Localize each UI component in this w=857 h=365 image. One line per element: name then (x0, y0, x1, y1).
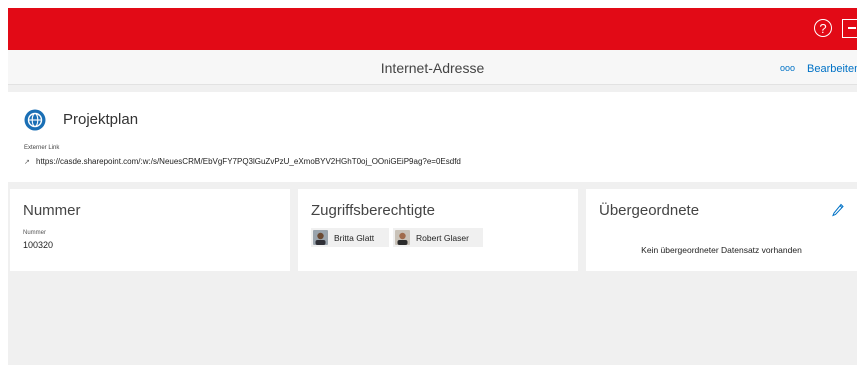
title-bar: Internet-Adresse ooo Bearbeiten (8, 50, 857, 85)
avatar (395, 230, 410, 245)
external-link-label: Externer Link (24, 145, 60, 151)
avatar (313, 230, 328, 245)
user-name: Britta Glatt (334, 232, 375, 243)
nummer-card-title: Nummer (23, 202, 81, 219)
app-window: ? Internet-Adresse ooo Bearbeiten Projek… (8, 8, 857, 365)
more-options-button[interactable]: ooo (780, 63, 795, 73)
user-chip[interactable]: Robert Glaser (393, 228, 483, 247)
record-header-card: Projektplan Externer Link ↗ https://casd… (8, 92, 857, 182)
record-title: Projektplan (63, 111, 139, 128)
nummer-field-label: Nummer (23, 230, 47, 236)
link-icon: ↗ (24, 159, 30, 166)
edit-button[interactable]: Bearbeiten (807, 63, 857, 75)
help-icon[interactable]: ? (814, 19, 832, 37)
user-name: Robert Glaser (416, 232, 469, 243)
globe-icon (24, 109, 46, 131)
page-title: Internet-Adresse (380, 60, 485, 76)
top-bar: ? (8, 8, 857, 50)
pencil-icon[interactable] (832, 203, 844, 217)
sign-out-icon[interactable] (842, 19, 857, 38)
access-card-title: Zugriffsberechtigte (311, 202, 435, 219)
empty-state-text: Kein übergeordneter Datensatz vorhanden (641, 245, 802, 255)
user-chip[interactable]: Britta Glatt (311, 228, 389, 247)
access-card: Zugriffsberechtigte Britta Glatt Robert … (298, 189, 578, 271)
nummer-card: Nummer Nummer 100320 (10, 189, 290, 271)
parent-card-title: Übergeordnete (599, 202, 700, 219)
external-link-url[interactable]: https://casde.sharepoint.com/:w:/s/Neues… (36, 157, 461, 166)
nummer-field-value: 100320 (23, 240, 54, 250)
parent-card: Übergeordnete Kein übergeordneter Datens… (586, 189, 857, 271)
